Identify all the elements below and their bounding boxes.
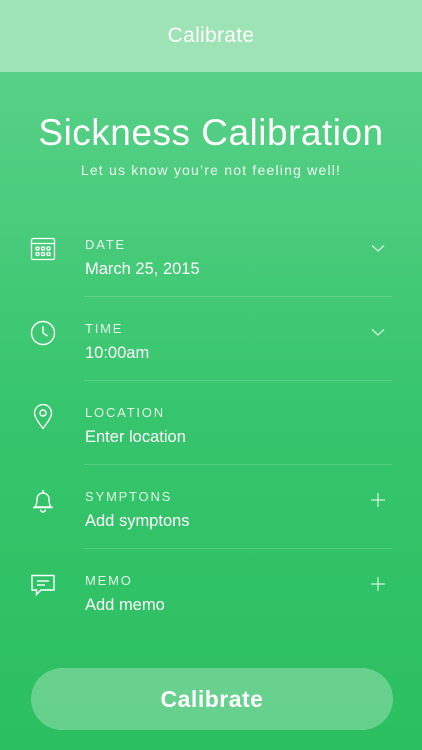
date-value[interactable]: March 25, 2015 xyxy=(85,260,200,279)
memo-value[interactable]: Add memo xyxy=(85,596,165,615)
symptons-field[interactable]: SYMPTONS Add symptons xyxy=(30,464,392,548)
time-label: TIME xyxy=(85,321,124,336)
time-value[interactable]: 10:00am xyxy=(85,344,149,363)
calibrate-button[interactable]: Calibrate xyxy=(31,668,393,730)
chevron-down-icon[interactable] xyxy=(370,240,386,256)
bell-icon xyxy=(30,488,56,514)
page-subtitle: Let us know you’re not feeling well! xyxy=(80,162,342,178)
chevron-down-icon[interactable] xyxy=(370,324,386,340)
time-field[interactable]: TIME 10:00am xyxy=(30,296,392,380)
memo-label: MEMO xyxy=(85,573,133,588)
location-label: LOCATION xyxy=(85,405,165,420)
navbar-title: Calibrate xyxy=(167,24,255,47)
date-label: DATE xyxy=(85,237,126,252)
hero-header: Sickness Calibration Let us know you’re … xyxy=(0,72,422,212)
location-field[interactable]: LOCATION Enter location xyxy=(30,380,392,464)
date-field[interactable]: DATE March 25, 2015 xyxy=(30,212,392,296)
plus-icon[interactable] xyxy=(370,576,386,592)
location-pin-icon xyxy=(30,404,56,430)
symptons-value[interactable]: Add symptons xyxy=(85,512,190,531)
plus-icon[interactable] xyxy=(370,492,386,508)
calendar-icon xyxy=(30,236,56,262)
symptons-label: SYMPTONS xyxy=(85,489,173,504)
location-input[interactable]: Enter location xyxy=(85,428,186,447)
calibration-form: DATE March 25, 2015 TIME 10:00am LOCATIO… xyxy=(0,212,422,632)
navbar: Calibrate xyxy=(0,0,422,72)
clock-icon xyxy=(30,320,56,346)
page-title: Sickness Calibration xyxy=(38,112,384,153)
memo-field[interactable]: MEMO Add memo xyxy=(30,548,392,632)
chat-icon xyxy=(30,572,56,598)
